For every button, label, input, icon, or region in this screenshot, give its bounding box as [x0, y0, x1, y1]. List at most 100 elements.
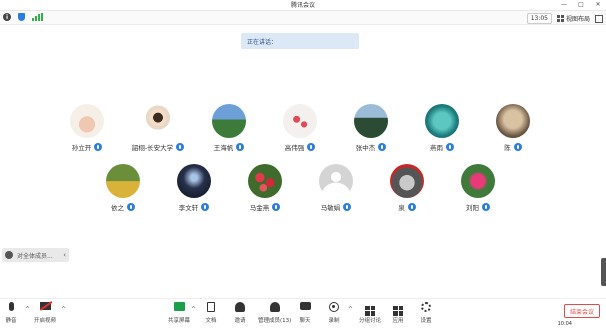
participant-name: 马金燕	[249, 204, 270, 212]
microphone-icon	[8, 302, 14, 311]
chat-toast[interactable]: 对全体成员... ‹	[2, 248, 69, 262]
participant-tile[interactable]: 张中杰	[341, 104, 401, 164]
layout-button[interactable]: 视图布局	[556, 14, 590, 23]
avatar	[496, 104, 530, 138]
participant-name: 李文轩	[178, 204, 199, 212]
mute-button[interactable]: 静音	[5, 302, 17, 324]
avatar	[177, 164, 211, 198]
security-shield-icon[interactable]	[18, 13, 25, 21]
participant-name: 孙立开	[71, 144, 92, 152]
avatar	[106, 164, 140, 198]
microphone-icon	[407, 203, 416, 211]
chat-toast-text: 对全体成员...	[17, 252, 53, 260]
microphone-icon	[482, 203, 490, 211]
end-meeting-button[interactable]: 结束会议	[564, 304, 600, 318]
mute-label: 静音	[5, 318, 17, 324]
share-screen-button[interactable]: 共享屏幕	[168, 302, 190, 324]
avatar	[248, 164, 282, 198]
participant-tile[interactable]: 燕雨	[412, 104, 472, 164]
chevron-up-icon[interactable]: ^	[348, 306, 353, 313]
microphone-icon	[94, 143, 103, 151]
microphone-icon	[272, 203, 281, 211]
participant-tile[interactable]: 刘阳	[448, 164, 508, 224]
bottom-toolbar: 静音 ^ 开启视频 ^ 共享屏幕 ^ 文档 邀请 管理成员(13) 聊天 录制 …	[0, 298, 606, 328]
window-controls: — □ ✕	[560, 0, 602, 9]
share-screen-icon	[173, 302, 185, 311]
participant-tile[interactable]: 高伟强	[270, 104, 330, 164]
video-button[interactable]: 开启视频	[34, 302, 56, 324]
participant-name: 高伟强	[284, 144, 305, 152]
chevron-up-icon[interactable]: ^	[25, 306, 30, 313]
participant-name: 燕雨	[430, 144, 443, 152]
microphone-icon	[343, 203, 352, 211]
avatar	[354, 104, 388, 138]
participant-tile[interactable]: 王海帆	[199, 104, 259, 164]
chat-button[interactable]: 聊天	[299, 302, 311, 324]
side-panel-handle[interactable]	[601, 258, 606, 286]
document-button[interactable]: 文档	[205, 302, 217, 324]
chevron-up-icon[interactable]: ^	[191, 306, 196, 313]
apps-label: 应用	[392, 318, 404, 324]
participant-tile[interactable]: 陈	[483, 104, 543, 164]
avatar	[319, 164, 353, 198]
chevron-left-icon[interactable]: ‹	[63, 251, 66, 259]
chat-icon	[299, 302, 311, 310]
microphone-icon	[378, 143, 387, 151]
participant-name: 马敏娟	[320, 204, 341, 212]
participant-name: 刘阳	[466, 204, 479, 212]
layout-label: 视图布局	[565, 16, 590, 23]
title-bar: 腾讯会议 — □ ✕	[0, 0, 606, 9]
participant-tile[interactable]: 李文轩	[164, 164, 224, 224]
meeting-window: 腾讯会议 — □ ✕ i 13:05 视图布局 正在讲话： 孙立开 韶栩-长安大…	[0, 0, 606, 328]
microphone-icon	[513, 143, 522, 151]
participant-tile[interactable]: 孙立开	[57, 104, 117, 164]
avatar	[212, 104, 246, 138]
maximize-button[interactable]: □	[577, 0, 585, 9]
network-signal-icon[interactable]	[32, 13, 43, 21]
speaking-banner: 正在讲话：	[241, 33, 359, 49]
participant-tile[interactable]: 马金燕	[235, 164, 295, 224]
avatar	[390, 164, 424, 198]
share-screen-label: 共享屏幕	[168, 318, 191, 324]
breakout-button[interactable]: 分组讨论	[359, 302, 381, 324]
record-button[interactable]: 录制	[328, 302, 340, 324]
microphone-icon	[176, 143, 185, 151]
breakout-label: 分组讨论	[359, 318, 382, 324]
apps-icon	[393, 305, 403, 316]
grid-view-icon	[556, 15, 564, 22]
close-button[interactable]: ✕	[594, 0, 602, 9]
participant-tile[interactable]: 韶栩-长安大学	[128, 104, 188, 164]
participant-name: 泉	[398, 204, 405, 212]
video-label: 开启视频	[34, 318, 57, 324]
participant-tile[interactable]: 依之	[93, 164, 153, 224]
record-label: 录制	[328, 318, 340, 324]
meeting-status-bar: i 13:05 视图布局	[0, 10, 606, 25]
document-label: 文档	[205, 318, 217, 324]
invite-icon	[235, 302, 245, 312]
microphone-icon	[446, 143, 454, 151]
chevron-up-icon[interactable]: ^	[61, 306, 66, 313]
meeting-info-icon[interactable]: i	[3, 13, 11, 21]
breakout-icon	[365, 305, 375, 316]
microphone-icon	[307, 143, 316, 151]
members-icon	[269, 302, 280, 312]
camera-off-icon	[39, 302, 51, 310]
minimize-button[interactable]: —	[560, 0, 568, 9]
meeting-timer: 13:05	[526, 13, 552, 24]
participant-tile[interactable]: 泉	[377, 164, 437, 224]
window-title: 腾讯会议	[290, 2, 315, 9]
invite-label: 邀请	[234, 318, 246, 324]
avatar	[283, 104, 317, 138]
apps-button[interactable]: 应用	[392, 302, 404, 324]
settings-button[interactable]: 设置	[420, 302, 432, 324]
members-button[interactable]: 管理成员(13)	[258, 302, 291, 324]
participant-tile[interactable]: 马敏娟	[306, 164, 366, 224]
participant-name: 陈	[504, 144, 511, 152]
settings-label: 设置	[420, 318, 432, 324]
document-icon	[207, 302, 215, 312]
system-clock: 10:04	[557, 321, 572, 327]
invite-button[interactable]: 邀请	[234, 302, 246, 324]
fullscreen-icon[interactable]	[595, 14, 603, 23]
settings-icon	[421, 302, 431, 312]
microphone-icon	[236, 143, 245, 151]
